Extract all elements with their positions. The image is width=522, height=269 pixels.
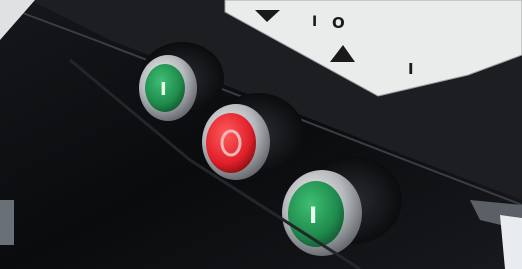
start-button-lower-glyph: I [309,204,317,229]
label-symbol-on-upper: I [312,14,317,30]
label-symbol-off: O [332,14,345,32]
panel-illustration: I O I I O I [0,0,522,269]
label-symbol-on-lower: I [408,60,414,78]
background-object [0,200,14,245]
control-panel-photo: I O I I O I [0,0,522,269]
start-button-upper-glyph: I [160,79,167,100]
